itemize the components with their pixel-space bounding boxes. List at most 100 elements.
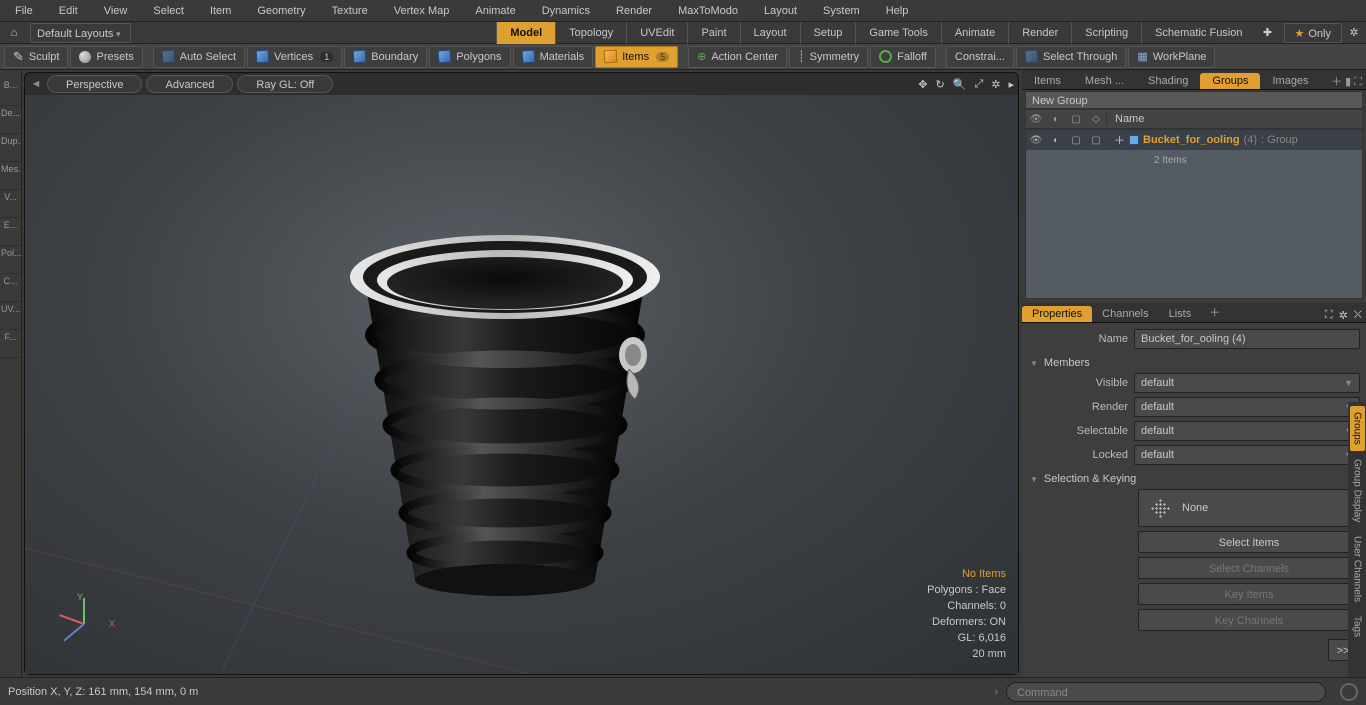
menu-dynamics[interactable]: Dynamics	[529, 2, 603, 20]
axis-gizmo[interactable]: YX	[55, 594, 115, 654]
menu-edit[interactable]: Edit	[46, 2, 91, 20]
tab-uvedit[interactable]: UVEdit	[626, 22, 687, 44]
render-col-icon[interactable]: ◐	[1046, 114, 1066, 125]
menu-geometry[interactable]: Geometry	[244, 2, 318, 20]
viewport-mode-pill[interactable]: Perspective	[47, 75, 142, 93]
viewport-raygl-pill[interactable]: Ray GL: Off	[237, 75, 333, 93]
sculpt-button[interactable]: ✎Sculpt	[4, 46, 68, 68]
selectable-dropdown[interactable]: default▼	[1134, 421, 1360, 441]
tab-schematic-fusion[interactable]: Schematic Fusion	[1141, 22, 1255, 44]
add-tab-icon[interactable]: ＋	[1201, 302, 1228, 322]
render-dropdown[interactable]: default▼	[1134, 397, 1360, 417]
items-button[interactable]: Items5	[595, 46, 678, 68]
selection-mode-button[interactable]: None	[1138, 489, 1360, 527]
rtab-groups[interactable]: Groups	[1200, 73, 1260, 89]
tab-model[interactable]: Model	[496, 22, 555, 44]
key-channels-button[interactable]: Key Channels	[1138, 609, 1360, 631]
tool-f[interactable]: F...	[0, 330, 21, 358]
lock-col-icon[interactable]: ◇	[1086, 114, 1106, 125]
select-channels-button[interactable]: Select Channels	[1138, 557, 1360, 579]
ptab-properties[interactable]: Properties	[1022, 306, 1092, 322]
tool-uv[interactable]: UV...	[0, 302, 21, 330]
action-center-button[interactable]: ⊕Action Center	[688, 46, 787, 68]
tool-b[interactable]: B...	[0, 78, 21, 106]
expand-icon[interactable]: ＋ ▮ ⛶	[1327, 73, 1366, 89]
menu-layout[interactable]: Layout	[751, 2, 810, 20]
tree-row[interactable]: 👁◐▢▢ ＋ Bucket_for_ooling (4) : Group	[1026, 130, 1362, 150]
sidetab-groups[interactable]: Groups	[1350, 406, 1365, 451]
locked-dropdown[interactable]: default▼	[1134, 445, 1360, 465]
menu-texture[interactable]: Texture	[319, 2, 381, 20]
tool-dup[interactable]: Dup...	[0, 134, 21, 162]
constrain-button[interactable]: Constrai...	[946, 46, 1014, 68]
rtab-shading[interactable]: Shading	[1136, 73, 1200, 89]
menu-help[interactable]: Help	[873, 2, 922, 20]
close-icon[interactable]: ⛌	[1354, 309, 1362, 322]
options-gear-icon[interactable]: ✲	[991, 78, 1000, 91]
vis-col-icon[interactable]: 👁	[1026, 114, 1046, 125]
name-col[interactable]: Name	[1106, 113, 1362, 125]
presets-button[interactable]: Presets	[70, 46, 142, 68]
fit-icon[interactable]: ⤢	[974, 78, 983, 91]
tab-setup[interactable]: Setup	[800, 22, 856, 44]
add-workspace-icon[interactable]: ✚	[1256, 26, 1280, 39]
move-icon[interactable]: ✥	[918, 78, 927, 91]
tab-game-tools[interactable]: Game Tools	[855, 22, 941, 44]
tool-de[interactable]: De...	[0, 106, 21, 134]
menu-animate[interactable]: Animate	[462, 2, 528, 20]
tab-render[interactable]: Render	[1008, 22, 1071, 44]
select-items-button[interactable]: Select Items	[1138, 531, 1360, 553]
prev-arrow-icon[interactable]: ◄	[29, 78, 43, 90]
materials-button[interactable]: Materials	[513, 46, 594, 68]
record-icon[interactable]	[1340, 683, 1358, 701]
members-section[interactable]: ▼Members	[1028, 351, 1360, 371]
viewport-shading-pill[interactable]: Advanced	[146, 75, 233, 93]
menu-render[interactable]: Render	[603, 2, 665, 20]
selkey-section[interactable]: ▼Selection & Keying	[1028, 467, 1360, 487]
boundary-button[interactable]: Boundary	[344, 46, 427, 68]
sel-col-icon[interactable]: ▢	[1066, 114, 1086, 125]
symmetry-button[interactable]: ┊Symmetry	[789, 46, 868, 68]
ptab-channels[interactable]: Channels	[1092, 306, 1158, 322]
default-layouts-dropdown[interactable]: Default Layouts	[30, 23, 131, 43]
workplane-button[interactable]: ▦WorkPlane	[1128, 46, 1215, 68]
select-through-button[interactable]: Select Through	[1016, 46, 1126, 68]
rtab-items[interactable]: Items	[1022, 73, 1073, 89]
command-input[interactable]: Command	[1006, 682, 1326, 702]
falloff-button[interactable]: Falloff	[870, 46, 936, 68]
tab-paint[interactable]: Paint	[687, 22, 739, 44]
tool-pol[interactable]: Pol...	[0, 246, 21, 274]
tab-animate[interactable]: Animate	[941, 22, 1008, 44]
next-arrow-icon[interactable]: ▸	[1008, 78, 1014, 91]
tool-e[interactable]: E...	[0, 218, 21, 246]
tool-v[interactable]: V...	[0, 190, 21, 218]
only-toggle[interactable]: ★Only	[1284, 23, 1343, 43]
menu-item[interactable]: Item	[197, 2, 244, 20]
key-items-button[interactable]: Key Items	[1138, 583, 1360, 605]
rtab-mesh-[interactable]: Mesh ...	[1073, 73, 1136, 89]
menu-file[interactable]: File	[2, 2, 46, 20]
name-field[interactable]: Bucket_for_ooling (4)	[1134, 329, 1360, 349]
visible-dropdown[interactable]: default▼	[1134, 373, 1360, 393]
new-group-button[interactable]: New Group	[1025, 91, 1363, 109]
menu-maxtomodo[interactable]: MaxToModo	[665, 2, 751, 20]
gear-icon[interactable]: ✲	[1339, 309, 1348, 322]
expand-icon[interactable]: ⛶	[1325, 309, 1333, 322]
home-icon[interactable]: ⌂	[0, 22, 28, 43]
groups-tree[interactable]: 👁◐▢▢ ＋ Bucket_for_ooling (4) : Group 2 I…	[1025, 129, 1363, 299]
vertices-button[interactable]: Vertices1	[247, 46, 342, 68]
tool-mes[interactable]: Mes...	[0, 162, 21, 190]
sidetab-user-channels[interactable]: User Channels	[1350, 530, 1365, 608]
tool-c[interactable]: C...	[0, 274, 21, 302]
tab-layout[interactable]: Layout	[740, 22, 800, 44]
auto-select-button[interactable]: Auto Select	[153, 46, 245, 68]
tab-topology[interactable]: Topology	[555, 22, 626, 44]
rotate-icon[interactable]: ↻	[936, 78, 945, 91]
menu-system[interactable]: System	[810, 2, 873, 20]
zoom-icon[interactable]: 🔍	[953, 78, 967, 91]
menu-view[interactable]: View	[91, 2, 141, 20]
gear-icon[interactable]: ✲	[1342, 26, 1366, 39]
sidetab-group-display[interactable]: Group Display	[1350, 453, 1365, 528]
sidetab-tags[interactable]: Tags	[1350, 610, 1365, 643]
tab-scripting[interactable]: Scripting	[1071, 22, 1141, 44]
